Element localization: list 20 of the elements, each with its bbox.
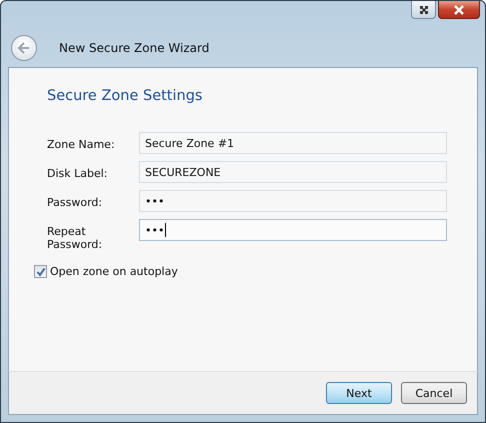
checkbox[interactable] bbox=[34, 265, 47, 278]
text-cursor bbox=[165, 223, 166, 237]
input-field[interactable]: ••• bbox=[139, 219, 447, 241]
close-icon bbox=[452, 4, 466, 14]
input-field[interactable]: ••• bbox=[139, 190, 447, 212]
field-label: Disk Label: bbox=[47, 166, 109, 180]
window-title: New Secure Zone Wizard bbox=[59, 41, 210, 55]
restore-button[interactable] bbox=[411, 1, 436, 19]
field-label: Password: bbox=[47, 195, 104, 209]
input-field[interactable]: Secure Zone #1 bbox=[139, 132, 447, 154]
back-button[interactable] bbox=[11, 35, 37, 61]
field-label: Repeat Password: bbox=[47, 224, 104, 251]
dialog-button[interactable]: Next bbox=[326, 382, 392, 404]
field-label: Zone Name: bbox=[47, 137, 116, 151]
back-arrow-icon bbox=[17, 42, 31, 54]
input-field[interactable]: SECUREZONE bbox=[139, 161, 447, 183]
checkbox-label: Open zone on autoplay bbox=[50, 265, 178, 278]
page-heading: Secure Zone Settings bbox=[47, 88, 204, 104]
dialog-button[interactable]: Cancel bbox=[401, 382, 467, 404]
close-button[interactable] bbox=[438, 1, 480, 19]
